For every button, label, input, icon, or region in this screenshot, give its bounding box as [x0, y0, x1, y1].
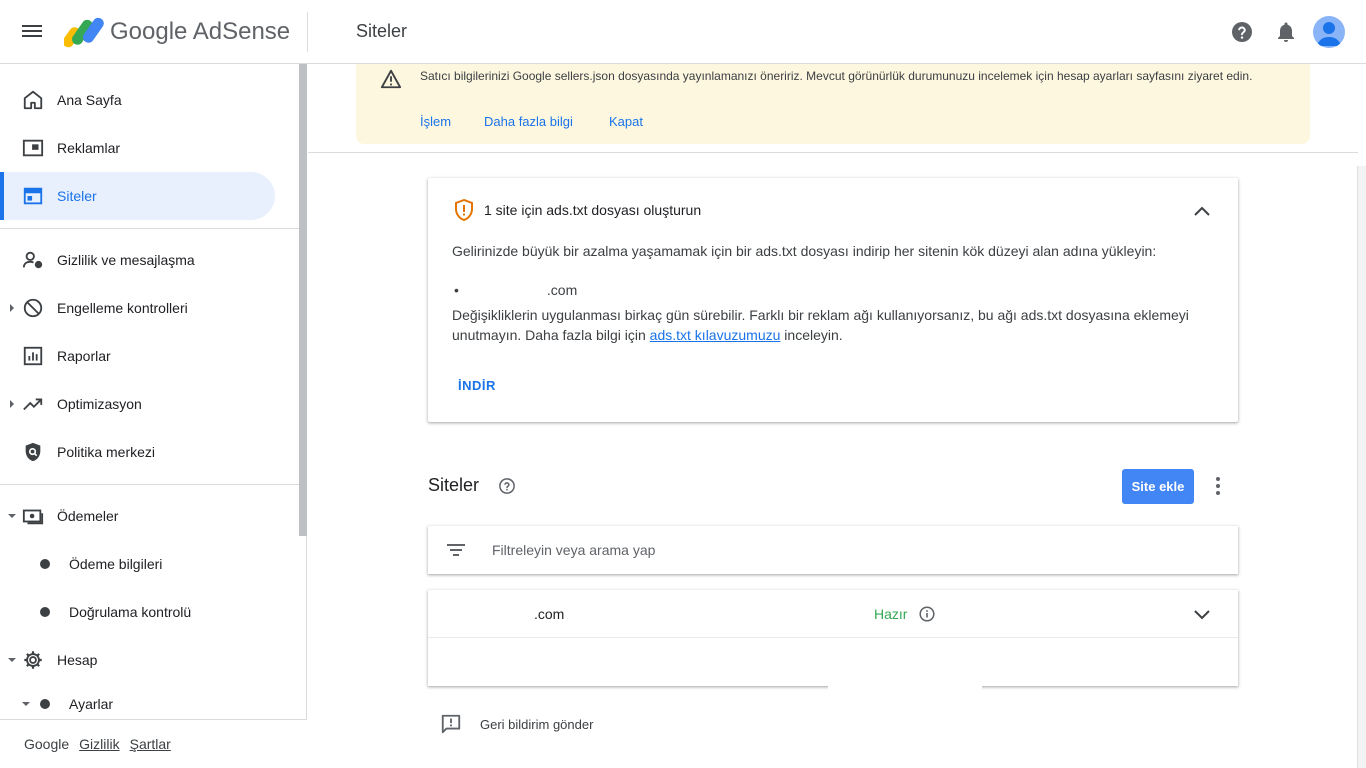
- collapse-arrow-icon[interactable]: [8, 514, 16, 518]
- bullet-icon: [40, 607, 50, 617]
- card-site-name: .com: [546, 282, 578, 298]
- footer-privacy-link[interactable]: Gizlilik: [79, 736, 119, 752]
- payments-icon: [22, 509, 44, 525]
- sidebar-item-ads[interactable]: Reklamlar: [0, 124, 275, 172]
- filter-bar: [428, 526, 1238, 574]
- card-note-end: inceleyin.: [780, 327, 843, 343]
- bullet-icon: [40, 559, 50, 569]
- sidebar-item-account[interactable]: Hesap: [0, 636, 275, 684]
- person-settings-icon: [22, 251, 43, 269]
- feedback-icon: [441, 714, 461, 734]
- sidebar-item-privacy-messaging[interactable]: Gizlilik ve mesajlaşma: [0, 236, 275, 284]
- sidebar-item-label: Engelleme kontrolleri: [57, 300, 188, 316]
- card-site-item: • .com: [454, 282, 578, 298]
- redaction-mask: [828, 668, 982, 690]
- help-outline-icon[interactable]: [498, 477, 516, 495]
- alert-shield-icon: [455, 199, 473, 221]
- footer-google: Google: [24, 736, 70, 752]
- sidebar-item-verification[interactable]: Doğrulama kontrolü: [0, 588, 275, 636]
- sidebar-item-settings[interactable]: Ayarlar: [0, 684, 275, 724]
- ads-txt-guide-link[interactable]: ads.txt kılavuzumuzu: [650, 327, 781, 343]
- notifications-bell-icon[interactable]: [1274, 20, 1298, 44]
- ads-icon: [22, 139, 44, 157]
- sidebar-item-label: Ödemeler: [57, 508, 119, 524]
- sidebar-item-label: Ayarlar: [69, 696, 114, 712]
- footer-terms-link[interactable]: Şartlar: [130, 736, 171, 752]
- sidebar-item-label: Doğrulama kontrolü: [69, 604, 192, 620]
- card-title: 1 site için ads.txt dosyası oluşturun: [484, 202, 702, 218]
- adsense-logo: [64, 17, 104, 48]
- page-title: Siteler: [356, 21, 408, 41]
- sidebar-item-payments[interactable]: Ödemeler: [0, 492, 275, 540]
- banner-dismiss-link[interactable]: Kapat: [609, 114, 643, 129]
- sidebar-item-optimization[interactable]: Optimizasyon: [0, 380, 275, 428]
- collapse-arrow-icon[interactable]: [22, 702, 30, 706]
- filter-list-icon: [447, 544, 465, 556]
- collapse-arrow-icon[interactable]: [8, 658, 16, 662]
- sidebar-item-label: Siteler: [57, 188, 97, 204]
- sidebar-item-label: Ödeme bilgileri: [69, 556, 163, 572]
- user-icon: [1317, 22, 1341, 46]
- feedback-label: Geri bildirim gönder: [480, 716, 594, 732]
- brand-name: Google AdSense: [110, 18, 291, 45]
- expand-arrow-icon[interactable]: [10, 400, 14, 408]
- home-icon: [23, 90, 43, 110]
- banner-action-link[interactable]: İşlem: [420, 114, 451, 129]
- expand-arrow-icon[interactable]: [10, 304, 14, 312]
- send-feedback-button[interactable]: Geri bildirim gönder: [440, 712, 593, 736]
- banner-message: Satıcı bilgilerinizi Google sellers.json…: [420, 69, 1253, 83]
- sidebar-item-blocking-controls[interactable]: Engelleme kontrolleri: [0, 284, 275, 332]
- status-badge: Hazır: [874, 606, 908, 622]
- more-vert-icon[interactable]: [1208, 474, 1228, 498]
- site-name: .com: [534, 606, 565, 622]
- banner-learn-more-link[interactable]: Daha fazla bilgi: [484, 114, 573, 129]
- row-divider: [428, 637, 1238, 638]
- sidebar-item-label: Optimizasyon: [57, 396, 142, 412]
- block-icon: [23, 298, 43, 318]
- bar-chart-icon: [23, 346, 43, 366]
- filter-search-input[interactable]: [492, 538, 1212, 562]
- bullet-icon: [40, 699, 50, 709]
- warning-icon: [380, 69, 402, 89]
- sites-heading: Siteler: [428, 475, 480, 495]
- ads-txt-card: 1 site için ads.txt dosyası oluşturun Ge…: [428, 178, 1238, 422]
- sidebar-item-label: Hesap: [57, 652, 98, 668]
- banner-divider: [308, 152, 1358, 153]
- main-menu-button[interactable]: [22, 22, 44, 42]
- sidebar-item-label: Reklamlar: [57, 140, 121, 156]
- sites-icon: [23, 187, 43, 205]
- sellers-json-banner: Satıcı bilgilerinizi Google sellers.json…: [356, 64, 1310, 144]
- trending-up-icon: [23, 398, 43, 411]
- active-indicator: [0, 172, 4, 220]
- sidebar-item-policy-center[interactable]: Politika merkezi: [0, 428, 275, 476]
- header-divider: [307, 12, 308, 52]
- policy-shield-icon: [25, 442, 41, 462]
- card-note: Değişikliklerin uygulanması birkaç gün s…: [452, 305, 1222, 345]
- sidebar-item-payment-info[interactable]: Ödeme bilgileri: [0, 540, 275, 588]
- sidebar-scrollbar[interactable]: [299, 64, 307, 536]
- app-header: Google AdSense Siteler: [0, 0, 1366, 64]
- account-avatar[interactable]: [1313, 16, 1345, 48]
- sidebar-item-label: Raporlar: [57, 348, 111, 364]
- help-icon[interactable]: [1230, 20, 1254, 44]
- chevron-up-icon[interactable]: [1190, 200, 1214, 224]
- add-site-button[interactable]: Site ekle: [1122, 469, 1194, 504]
- sidebar-item-sites[interactable]: Siteler: [0, 172, 275, 220]
- chevron-down-icon[interactable]: [1190, 602, 1214, 626]
- sidebar-divider: [0, 484, 299, 485]
- sidebar-item-label: Gizlilik ve mesajlaşma: [57, 252, 195, 268]
- download-button[interactable]: İNDİR: [458, 378, 496, 393]
- sidebar-footer: Google Gizlilik Şartlar: [0, 719, 307, 768]
- sidebar-item-label: Politika merkezi: [57, 444, 156, 460]
- gear-icon: [24, 651, 42, 669]
- sidebar-item-label: Ana Sayfa: [57, 92, 122, 108]
- main-scrollbar[interactable]: [1357, 166, 1366, 768]
- card-intro: Gelirinizde büyük bir azalma yaşamamak i…: [452, 243, 1157, 259]
- sidebar-item-home[interactable]: Ana Sayfa: [0, 76, 275, 124]
- sidebar-divider: [0, 228, 299, 229]
- sidebar-item-reports[interactable]: Raporlar: [0, 332, 275, 380]
- info-icon[interactable]: [919, 606, 935, 622]
